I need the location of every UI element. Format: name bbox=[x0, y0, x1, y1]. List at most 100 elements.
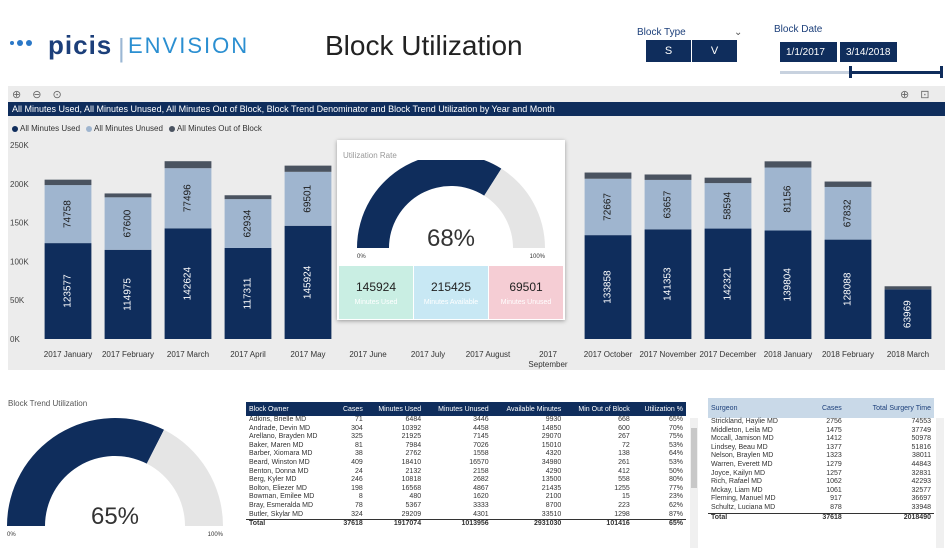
table-row[interactable]: Benton, Donna MD 24 2132 2158 4290 412 50% bbox=[246, 468, 686, 477]
table-row[interactable]: Arellano, Brayden MD 325 21925 7145 29070 267… bbox=[246, 433, 686, 442]
bar-segment[interactable] bbox=[104, 193, 152, 198]
y-tick-label: 100K bbox=[10, 257, 29, 266]
table-row[interactable]: Nelson, Braylen MD 1323 38011 bbox=[708, 452, 934, 461]
table-cell: 21925 bbox=[401, 433, 422, 441]
table-row[interactable]: Mccall, Jamison MD 1412 50978 bbox=[708, 435, 934, 444]
table-cell: 51816 bbox=[911, 443, 931, 451]
table-row[interactable]: Strickland, Haylie MD 2756 74553 bbox=[708, 418, 934, 427]
table-cell: 32577 bbox=[911, 486, 931, 494]
date-slider-end-handle[interactable] bbox=[940, 66, 943, 78]
table-row[interactable]: Berg, Kyler MD 246 10818 2682 13500 558 80% bbox=[246, 476, 686, 485]
surgeon-table-scrollbar[interactable] bbox=[936, 418, 944, 548]
table-row[interactable]: Adkins, Brielle MD 71 6484 3446 9930 668 65% bbox=[246, 416, 686, 425]
x-tick-label: 2017 June bbox=[349, 350, 387, 359]
owner-table-scroll-thumb[interactable] bbox=[691, 428, 697, 488]
block-type-s-button[interactable]: S bbox=[646, 40, 691, 62]
table-cell: 2931030 bbox=[491, 519, 565, 529]
gauge-min-label: 0% bbox=[357, 254, 366, 260]
table-cell: Bray, Esmeralda MD bbox=[249, 501, 314, 509]
date-start-input[interactable]: 1/1/2017 bbox=[780, 42, 837, 62]
surgeon-total-row: Total 37618 2018490 bbox=[708, 512, 934, 523]
kpi-label: Minutes Available bbox=[423, 298, 479, 306]
table-cell: 6484 bbox=[405, 416, 422, 423]
bar-segment[interactable] bbox=[764, 161, 812, 168]
table-cell: 1917074 bbox=[365, 519, 425, 529]
bar-segment[interactable] bbox=[284, 165, 332, 172]
bar-segment[interactable] bbox=[44, 179, 92, 186]
date-slider-start-handle[interactable] bbox=[849, 66, 852, 78]
bar-data-label: 128088 bbox=[843, 272, 854, 306]
owner-column-header[interactable]: Minutes Used bbox=[365, 402, 425, 416]
owner-column-header[interactable]: Min Out of Block bbox=[564, 402, 633, 416]
bar-segment[interactable] bbox=[824, 181, 872, 187]
owner-column-header[interactable]: Available Minutes bbox=[491, 402, 565, 416]
table-row[interactable]: Schultz, Luciana MD 878 33948 bbox=[708, 504, 934, 513]
bar-data-label: 74758 bbox=[63, 200, 74, 228]
table-row[interactable]: Beard, Winston MD 409 18410 16570 34980 261 53… bbox=[246, 459, 686, 468]
table-row[interactable]: Mckay, Liam MD 1061 32577 bbox=[708, 487, 934, 496]
surgeon-column-header[interactable]: Total Surgery Time bbox=[844, 398, 934, 418]
logo-separator: | bbox=[118, 33, 125, 63]
bar-segment[interactable] bbox=[884, 286, 932, 290]
owner-column-header[interactable]: Block Owner bbox=[246, 402, 335, 416]
chevron-down-icon[interactable]: ⌄ bbox=[734, 27, 742, 38]
table-row[interactable]: Butler, Skylar MD 324 29209 4301 33510 1298 87… bbox=[246, 511, 686, 520]
bar-segment[interactable] bbox=[224, 195, 272, 200]
surgeon-column-header[interactable]: Cases bbox=[809, 398, 845, 418]
table-row[interactable]: Baker, Maren MD 81 7984 7026 15010 72 53% bbox=[246, 442, 686, 451]
table-cell: 7984 bbox=[405, 441, 422, 449]
table-row[interactable]: Andrade, Devin MD 304 10392 4458 14850 600 70% bbox=[246, 425, 686, 434]
bar-segment[interactable] bbox=[704, 177, 752, 184]
bar-segment[interactable] bbox=[584, 172, 632, 179]
owner-column-header[interactable]: Minutes Unused bbox=[424, 402, 492, 416]
drill-icons[interactable]: ⊕ ⊖ ⊙ bbox=[12, 88, 66, 101]
table-cell: 42293 bbox=[911, 478, 931, 486]
table-row[interactable]: Rich, Rafael MD 1062 42293 bbox=[708, 478, 934, 487]
date-slider-fill bbox=[851, 71, 943, 74]
table-cell: Bowman, Emilee MD bbox=[249, 493, 315, 501]
table-row[interactable]: Barber, Xiomara MD 38 2762 1558 4320 138 64% bbox=[246, 450, 686, 459]
table-cell: 10818 bbox=[401, 476, 422, 484]
table-cell: 198 bbox=[351, 484, 363, 492]
table-row[interactable]: Bolton, Eliezer MD 198 16568 4867 21435 1255 7… bbox=[246, 485, 686, 494]
table-cell: 16568 bbox=[401, 484, 422, 492]
y-tick-label: 250K bbox=[10, 141, 29, 150]
bar-data-label: 114975 bbox=[123, 278, 134, 311]
table-row[interactable]: Lindsey, Beau MD 1377 51816 bbox=[708, 444, 934, 453]
bar-data-label: 58594 bbox=[723, 191, 734, 219]
table-cell: 2762 bbox=[405, 450, 422, 458]
table-cell: 261 bbox=[618, 458, 630, 466]
x-tick-label: 2018 February bbox=[822, 350, 874, 359]
logo-product: ENVISION bbox=[128, 33, 250, 58]
legend-item[interactable]: All Minutes Out of Block bbox=[168, 124, 262, 133]
owner-column-header[interactable]: Cases bbox=[334, 402, 366, 416]
legend-item[interactable]: All Minutes Used bbox=[12, 124, 80, 133]
bar-segment[interactable] bbox=[164, 161, 212, 169]
table-row[interactable]: Bowman, Emilee MD 8 480 1620 2100 15 23% bbox=[246, 493, 686, 502]
table-cell: 10392 bbox=[401, 424, 422, 432]
table-cell: 65% bbox=[632, 519, 686, 529]
x-tick-label: 2018 January bbox=[764, 350, 812, 359]
gauge-value-arc bbox=[7, 417, 165, 526]
legend-swatch bbox=[168, 125, 175, 132]
table-cell: 81 bbox=[355, 441, 363, 449]
table-cell: 44843 bbox=[911, 460, 931, 468]
block-type-v-button[interactable]: V bbox=[692, 40, 737, 62]
table-row[interactable]: Fleming, Manuel MD 917 36697 bbox=[708, 495, 934, 504]
table-cell: 7145 bbox=[473, 433, 489, 441]
table-cell: Bolton, Eliezer MD bbox=[249, 484, 307, 492]
table-cell: 34980 bbox=[541, 458, 562, 466]
table-cell: 138 bbox=[618, 450, 630, 458]
table-row[interactable]: Bray, Esmeralda MD 78 5367 3333 8700 223 62% bbox=[246, 502, 686, 511]
x-tick-label: 2017 bbox=[539, 350, 557, 359]
table-row[interactable]: Warren, Everett MD 1279 44843 bbox=[708, 461, 934, 470]
surgeon-column-header[interactable]: Surgeon bbox=[708, 398, 810, 418]
table-row[interactable]: Middleton, Leila MD 1475 37749 bbox=[708, 427, 934, 436]
bar-segment[interactable] bbox=[644, 174, 692, 180]
bar-data-label: 63969 bbox=[903, 300, 914, 328]
table-cell: 1298 bbox=[614, 510, 630, 518]
table-row[interactable]: Joyce, Kailyn MD 1257 32831 bbox=[708, 470, 934, 479]
date-end-input[interactable]: 3/14/2018 bbox=[840, 42, 897, 62]
owner-column-header[interactable]: Utilization % bbox=[632, 402, 686, 416]
legend-item[interactable]: All Minutes Unused bbox=[86, 124, 163, 133]
